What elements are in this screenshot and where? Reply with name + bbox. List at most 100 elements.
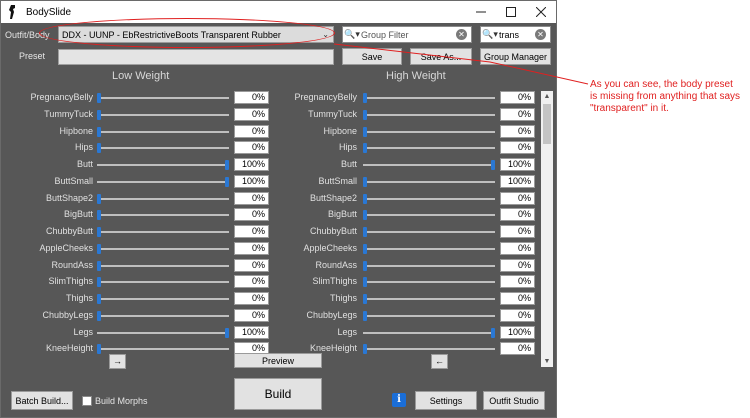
batch-build-button[interactable]: Batch Build... (11, 391, 73, 410)
slider-track-high[interactable] (363, 164, 495, 166)
slider-value-high[interactable]: 100% (500, 174, 535, 188)
slider-value-high[interactable]: 0% (500, 308, 535, 322)
slider-thumb-high[interactable] (363, 210, 367, 221)
slider-value-high[interactable]: 0% (500, 225, 535, 238)
slider-track-high[interactable] (363, 231, 495, 233)
scroll-down-icon[interactable]: ▼ (541, 356, 553, 367)
slider-thumb-high[interactable] (363, 193, 367, 204)
slider-value-low[interactable]: 0% (234, 241, 269, 255)
preview-button[interactable]: Preview (234, 353, 322, 368)
slider-thumb-low[interactable] (97, 126, 101, 137)
slider-value-low[interactable]: 0% (234, 275, 269, 289)
outfit-studio-button[interactable]: Outfit Studio (483, 391, 545, 410)
clear-icon[interactable]: ✕ (535, 29, 546, 40)
slider-value-high[interactable]: 0% (500, 124, 535, 138)
slider-track-high[interactable] (363, 247, 495, 250)
slider-track-high[interactable] (363, 214, 495, 217)
slider-value-high[interactable]: 100% (500, 325, 535, 339)
slider-thumb-high[interactable] (363, 243, 367, 254)
slider-track-high[interactable] (363, 314, 495, 317)
slider-value-low[interactable]: 0% (234, 308, 269, 322)
clear-icon[interactable]: ✕ (456, 29, 467, 40)
slider-value-low[interactable]: 0% (234, 91, 269, 104)
slider-track-high[interactable] (363, 331, 495, 334)
slider-thumb-low[interactable] (97, 109, 101, 120)
slider-scrollbar[interactable]: ▲ ▼ (541, 91, 553, 367)
slider-track-low[interactable] (97, 264, 229, 267)
slider-thumb-high[interactable] (363, 260, 367, 271)
slider-thumb-high[interactable] (363, 143, 367, 154)
slider-thumb-low[interactable] (225, 327, 229, 338)
slider-value-low[interactable]: 0% (234, 107, 269, 121)
slider-thumb-low[interactable] (97, 210, 101, 221)
slider-thumb-high[interactable] (363, 109, 367, 120)
slider-track-low[interactable] (97, 231, 229, 233)
slider-thumb-low[interactable] (97, 227, 101, 237)
slider-value-high[interactable]: 0% (500, 292, 535, 305)
slider-thumb-high[interactable] (363, 344, 367, 355)
slider-thumb-low[interactable] (225, 176, 229, 187)
slider-track-high[interactable] (363, 281, 495, 284)
slider-value-high[interactable]: 0% (500, 342, 535, 356)
slider-value-high[interactable]: 0% (500, 241, 535, 255)
slider-value-low[interactable]: 100% (234, 174, 269, 188)
slider-value-high[interactable]: 0% (500, 258, 535, 272)
slider-value-high[interactable]: 100% (500, 158, 535, 171)
slider-thumb-high[interactable] (363, 227, 367, 237)
slider-thumb-high[interactable] (363, 294, 367, 304)
slider-track-low[interactable] (97, 130, 229, 133)
slider-thumb-high[interactable] (363, 176, 367, 187)
settings-button[interactable]: Settings (415, 391, 477, 410)
slider-value-low[interactable]: 0% (234, 191, 269, 205)
copy-to-low-button[interactable]: → (109, 354, 126, 369)
slider-value-low[interactable]: 100% (234, 158, 269, 171)
slider-value-low[interactable]: 0% (234, 141, 269, 155)
slider-thumb-high[interactable] (363, 93, 367, 103)
slider-value-low[interactable]: 0% (234, 124, 269, 138)
slider-track-high[interactable] (363, 264, 495, 267)
close-button[interactable] (526, 1, 556, 23)
slider-track-low[interactable] (97, 247, 229, 250)
slider-track-low[interactable] (97, 281, 229, 284)
slider-track-high[interactable] (363, 180, 495, 183)
slider-value-low[interactable]: 100% (234, 325, 269, 339)
slider-value-high[interactable]: 0% (500, 107, 535, 121)
slider-thumb-low[interactable] (97, 193, 101, 204)
slider-thumb-low[interactable] (97, 277, 101, 288)
slider-value-high[interactable]: 0% (500, 141, 535, 155)
slider-track-high[interactable] (363, 298, 495, 300)
slider-track-high[interactable] (363, 348, 495, 351)
maximize-button[interactable] (496, 1, 526, 23)
slider-value-low[interactable]: 0% (234, 292, 269, 305)
copy-to-high-button[interactable]: ← (431, 354, 448, 369)
slider-value-high[interactable]: 0% (500, 275, 535, 289)
slider-value-high[interactable]: 0% (500, 91, 535, 104)
slider-thumb-low[interactable] (97, 294, 101, 304)
slider-thumb-low[interactable] (97, 93, 101, 103)
slider-thumb-low[interactable] (97, 260, 101, 271)
slider-thumb-high[interactable] (491, 327, 495, 338)
slider-thumb-low[interactable] (97, 344, 101, 355)
slider-track-low[interactable] (97, 214, 229, 217)
slider-track-high[interactable] (363, 147, 495, 150)
slider-track-low[interactable] (97, 197, 229, 200)
slider-value-low[interactable]: 0% (234, 258, 269, 272)
slider-track-low[interactable] (97, 314, 229, 317)
slider-track-low[interactable] (97, 331, 229, 334)
slider-value-high[interactable]: 0% (500, 191, 535, 205)
slider-thumb-high[interactable] (363, 310, 367, 321)
build-button[interactable]: Build (234, 378, 322, 410)
slider-value-low[interactable]: 0% (234, 225, 269, 238)
slider-thumb-high[interactable] (363, 126, 367, 137)
slider-track-low[interactable] (97, 113, 229, 116)
info-icon[interactable]: i (392, 393, 406, 407)
scrollbar-thumb[interactable] (543, 104, 551, 144)
slider-thumb-low[interactable] (97, 310, 101, 321)
slider-track-low[interactable] (97, 164, 229, 166)
slider-track-low[interactable] (97, 180, 229, 183)
build-morphs-checkbox[interactable] (82, 396, 92, 406)
slider-thumb-low[interactable] (97, 243, 101, 254)
slider-track-low[interactable] (97, 97, 229, 99)
slider-track-low[interactable] (97, 298, 229, 300)
slider-value-high[interactable]: 0% (500, 208, 535, 222)
